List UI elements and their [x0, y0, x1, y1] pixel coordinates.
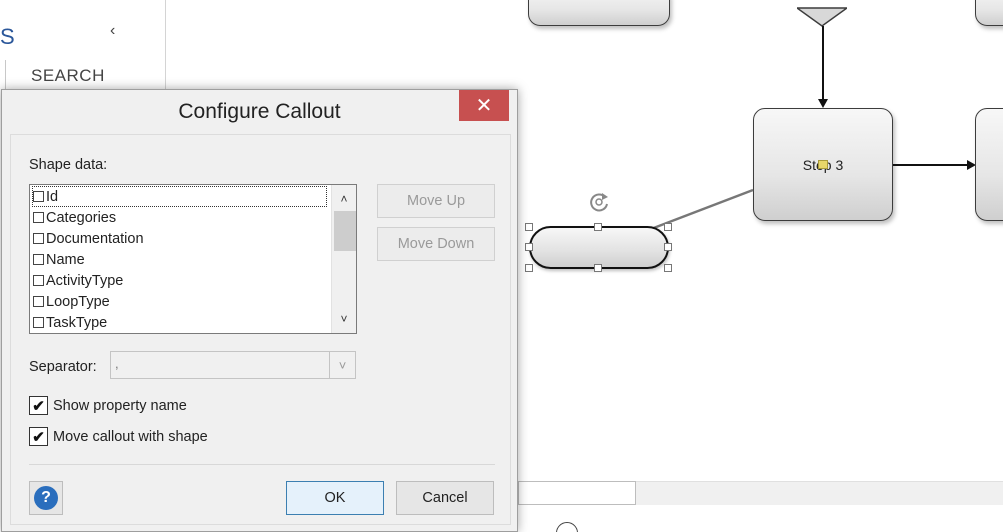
- text-cursor-marker: [818, 160, 828, 169]
- checkbox-documentation[interactable]: [33, 233, 44, 244]
- checkbox-tasktype[interactable]: [33, 317, 44, 328]
- step-3-shape[interactable]: Step 3: [753, 108, 893, 221]
- cancel-button[interactable]: Cancel: [396, 481, 494, 515]
- configure-callout-dialog: Configure Callout ✕ Shape data: Id Categ…: [1, 89, 518, 532]
- process-shape-right[interactable]: [975, 108, 1003, 221]
- connector-arrowhead: [818, 99, 828, 108]
- search-tab[interactable]: SEARCH: [31, 66, 105, 86]
- horizontal-scrollbar[interactable]: [636, 481, 1003, 505]
- ok-button[interactable]: OK: [286, 481, 384, 515]
- list-item-label: Categories: [46, 209, 117, 226]
- collapse-pane-button[interactable]: ‹: [110, 22, 115, 40]
- list-item-looptype[interactable]: LoopType: [32, 291, 110, 312]
- resize-handle-w[interactable]: [525, 243, 533, 251]
- resize-handle-sw[interactable]: [525, 264, 533, 272]
- chevron-down-icon[interactable]: ˅: [329, 352, 355, 378]
- visio-window: S ‹ SEARCH Step 3: [0, 0, 1003, 532]
- connector-horizontal[interactable]: [893, 164, 969, 166]
- separator-label: Separator:: [29, 359, 97, 375]
- move-up-button[interactable]: Move Up: [377, 184, 495, 218]
- process-shape-top-right[interactable]: [975, 0, 1003, 26]
- help-icon: ?: [34, 486, 58, 510]
- show-property-name-label: Show property name: [53, 397, 187, 414]
- callout-shape[interactable]: [529, 226, 669, 269]
- decision-shape[interactable]: [797, 0, 847, 28]
- page-tab-field[interactable]: [518, 481, 636, 505]
- resize-handle-nw[interactable]: [525, 223, 533, 231]
- list-item-documentation[interactable]: Documentation: [32, 228, 144, 249]
- shape-data-label: Shape data:: [29, 157, 108, 173]
- dialog-title: Configure Callout: [178, 100, 341, 123]
- footer-divider: [29, 464, 495, 465]
- list-item-label: Name: [46, 251, 85, 268]
- resize-handle-se[interactable]: [664, 264, 672, 272]
- list-vertical-scrollbar[interactable]: ˄ ˅: [331, 185, 356, 333]
- list-item-categories[interactable]: Categories: [32, 207, 116, 228]
- list-item-label: Id: [46, 188, 59, 205]
- resize-handle-e[interactable]: [664, 243, 672, 251]
- list-item-name[interactable]: Name: [32, 249, 85, 270]
- move-down-button[interactable]: Move Down: [377, 227, 495, 261]
- dialog-body: Shape data: Id Categories Documentation …: [10, 134, 511, 525]
- resize-handle-ne[interactable]: [664, 223, 672, 231]
- search-tab-rule: [5, 60, 6, 90]
- list-item-label: ActivityType: [46, 272, 124, 289]
- resize-handle-s[interactable]: [594, 264, 602, 272]
- move-callout-label: Move callout with shape: [53, 428, 208, 445]
- connector-vertical[interactable]: [822, 26, 824, 100]
- list-item-label: LoopType: [46, 293, 110, 310]
- move-callout-row[interactable]: ✔ Move callout with shape: [29, 427, 208, 446]
- scroll-down-arrow-icon[interactable]: ˅: [332, 309, 356, 329]
- shapes-title-glyph: S: [0, 24, 15, 49]
- close-icon: ✕: [475, 95, 493, 117]
- rotate-icon[interactable]: [587, 190, 611, 214]
- show-property-name-checkbox[interactable]: ✔: [29, 396, 48, 415]
- checkbox-activitytype[interactable]: [33, 275, 44, 286]
- checkbox-categories[interactable]: [33, 212, 44, 223]
- help-button[interactable]: ?: [29, 481, 63, 515]
- scroll-thumb[interactable]: [334, 211, 356, 251]
- resize-handle-n[interactable]: [594, 223, 602, 231]
- list-item-label: Documentation: [46, 230, 144, 247]
- list-item-activitytype[interactable]: ActivityType: [32, 270, 123, 291]
- close-button[interactable]: ✕: [459, 90, 509, 121]
- checkbox-id[interactable]: [33, 191, 44, 202]
- list-item-label: TaskType: [46, 314, 108, 331]
- checkbox-name[interactable]: [33, 254, 44, 265]
- scroll-up-arrow-icon[interactable]: ˄: [332, 189, 356, 209]
- shape-data-list[interactable]: Id Categories Documentation Name Activit…: [29, 184, 357, 334]
- show-property-name-row[interactable]: ✔ Show property name: [29, 396, 187, 415]
- move-callout-checkbox[interactable]: ✔: [29, 427, 48, 446]
- checkbox-looptype[interactable]: [33, 296, 44, 307]
- list-item-id[interactable]: Id: [32, 186, 327, 207]
- process-shape-top-left[interactable]: [528, 0, 670, 26]
- separator-combobox[interactable]: , ˅: [110, 351, 356, 379]
- separator-value: ,: [115, 356, 119, 371]
- list-item-tasktype[interactable]: TaskType: [32, 312, 107, 333]
